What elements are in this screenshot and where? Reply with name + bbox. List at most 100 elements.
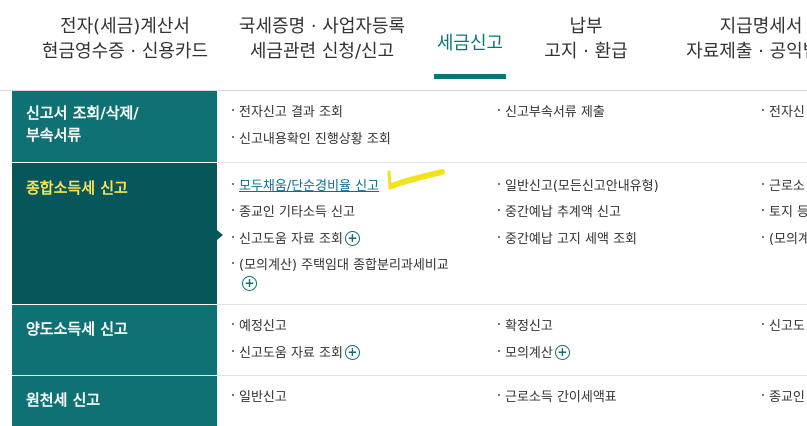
link-simple-tax-table[interactable]: 근로소득 간이세액표: [498, 389, 617, 407]
link-label: 확정신고: [505, 319, 553, 334]
link-label: 일반신고: [239, 390, 287, 405]
bullet-dot: [498, 208, 500, 211]
link-label: 근로소: [769, 179, 805, 194]
expand-plus-icon[interactable]: +: [344, 231, 360, 246]
link-label: 전자신고 결과 조회: [239, 105, 343, 120]
link-prefilled-simple-filing[interactable]: 모두채움/단순경비율 신고: [232, 178, 379, 196]
link-label: 전자신: [769, 105, 805, 120]
link-e-filing-result[interactable]: 전자신고 결과 조회: [232, 104, 343, 122]
link-review-status[interactable]: 신고내용확인 진행상황 조회: [232, 131, 391, 149]
link-mock-housing-rental[interactable]: (모의계산) 주택임대 종합분리과세비교: [232, 257, 449, 275]
bullet-dot: [762, 108, 764, 111]
link-e-filing-col3[interactable]: 전자신: [762, 104, 805, 122]
link-label: 신고도: [769, 319, 805, 334]
bullet-dot: [762, 208, 764, 211]
bullet-dot: [762, 393, 764, 396]
row-divider: [217, 162, 807, 163]
link-preliminary-filing[interactable]: 예정신고: [232, 318, 287, 336]
tab-payment[interactable]: 납부 고지 · 환급: [530, 14, 642, 64]
link-label: 모의계산: [505, 346, 553, 361]
active-caret-icon: [217, 230, 223, 240]
row-divider: [217, 375, 807, 376]
expand-plus-icon[interactable]: +: [554, 345, 570, 360]
link-label: 종교인: [769, 390, 805, 405]
bullet-dot: [498, 182, 500, 185]
sidebar-item-withholding[interactable]: 원천세 신고: [12, 376, 217, 426]
link-final-filing[interactable]: 확정신고: [498, 318, 553, 336]
bullet-dot: [498, 235, 500, 238]
sidebar-item-return-lookup-line1: 신고서 조회/삭제/: [26, 104, 139, 122]
tab-e-invoice-line2: 현금영수증 · 신용카드: [41, 41, 209, 62]
link-religious-col3[interactable]: 종교인: [762, 389, 805, 407]
link-label: 신고부속서류 제출: [505, 105, 605, 120]
link-label: 일반신고(모든신고안내유형): [505, 179, 659, 194]
link-label: 신고도움 자료 조회: [239, 346, 343, 361]
link-land-col3[interactable]: 토지 등: [762, 204, 807, 222]
link-label: (모의계: [769, 232, 807, 247]
link-label: 종교인 기타소득 신고: [239, 205, 355, 220]
bullet-dot: [232, 182, 234, 185]
active-tab-indicator: [434, 74, 506, 79]
tab-payment-statement[interactable]: 지급명세서 자료제출 · 공익법인: [666, 14, 807, 64]
bullet-dot: [232, 235, 234, 238]
link-label: 근로소득 간이세액표: [505, 390, 617, 405]
bullet-dot: [762, 322, 764, 325]
bullet-dot: [232, 108, 234, 111]
tab-payment-statement-line1: 지급명세서: [719, 16, 803, 37]
tab-payment-statement-line2: 자료제출 · 공익법인: [686, 41, 807, 62]
sidebar-item-capital-gains[interactable]: 양도소득세 신고: [12, 305, 217, 375]
link-label: 토지 등: [769, 205, 807, 220]
tab-certificates[interactable]: 국세증명 · 사업자등록 세금관련 신청/신고: [226, 14, 418, 64]
bullet-dot: [232, 322, 234, 325]
tab-tax-filing[interactable]: 세금신고: [434, 31, 506, 56]
tab-tax-filing-label: 세금신고: [436, 33, 504, 54]
sidebar-item-capital-gains-label: 양도소득세 신고: [26, 320, 128, 338]
link-label: 신고도움 자료 조회: [239, 232, 343, 247]
bullet-dot: [498, 393, 500, 396]
bullet-dot: [762, 182, 764, 185]
bullet-dot: [232, 393, 234, 396]
link-label: 신고내용확인 진행상황 조회: [239, 132, 391, 147]
link-interim-estimate-filing[interactable]: 중간예납 추계액 신고: [498, 204, 621, 222]
link-mock-calculation[interactable]: 모의계산 +: [498, 345, 570, 363]
sidebar-item-income-tax-label: 종합소득세 신고: [26, 179, 128, 197]
link-attach-documents[interactable]: 신고부속서류 제출: [498, 104, 605, 122]
sidebar-item-return-lookup[interactable]: 신고서 조회/삭제/ 부속서류: [12, 91, 217, 162]
tab-e-invoice-line1: 전자(세금)계산서: [60, 16, 190, 37]
link-label: 중간예납 추계액 신고: [505, 205, 621, 220]
tab-certificates-line1: 국세증명 · 사업자등록: [238, 16, 406, 37]
bullet-dot: [498, 108, 500, 111]
link-label: 모두채움/단순경비율 신고: [239, 179, 380, 194]
bullet-dot: [232, 349, 234, 352]
sidebar-item-income-tax[interactable]: 종합소득세 신고: [12, 163, 217, 304]
row-divider: [217, 304, 807, 305]
link-capital-help-data[interactable]: 신고도움 자료 조회 +: [232, 345, 360, 363]
link-withholding-general[interactable]: 일반신고: [232, 389, 287, 407]
expand-plus-icon[interactable]: +: [242, 276, 257, 291]
highlighter-mark: [387, 169, 445, 190]
tab-e-invoice[interactable]: 전자(세금)계산서 현금영수증 · 신용카드: [30, 14, 220, 64]
bullet-dot: [762, 235, 764, 238]
link-filing-help-data[interactable]: 신고도움 자료 조회 +: [232, 231, 360, 249]
bullet-dot: [498, 322, 500, 325]
link-religious-income-filing[interactable]: 종교인 기타소득 신고: [232, 204, 355, 222]
sidebar-item-return-lookup-line2: 부속서류: [26, 126, 82, 144]
tab-payment-line2: 고지 · 환급: [544, 41, 628, 62]
link-label: (모의계산) 주택임대 종합분리과세비교: [239, 258, 449, 273]
bullet-dot: [232, 208, 234, 211]
link-interim-notice-lookup[interactable]: 중간예납 고지 세액 조회: [498, 231, 637, 249]
bullet-dot: [498, 349, 500, 352]
link-label: 예정신고: [239, 319, 287, 334]
link-general-filing[interactable]: 일반신고(모든신고안내유형): [498, 178, 659, 196]
bullet-dot: [232, 261, 234, 264]
link-mock-calc-col3[interactable]: (모의계: [762, 231, 807, 249]
sidebar-item-withholding-label: 원천세 신고: [26, 391, 101, 409]
tab-certificates-line2: 세금관련 신청/신고: [249, 41, 395, 62]
link-help-col3[interactable]: 신고도: [762, 318, 805, 336]
tab-payment-line1: 납부: [569, 16, 603, 37]
expand-plus-icon[interactable]: +: [344, 345, 360, 360]
top-tab-bar: 전자(세금)계산서 현금영수증 · 신용카드 국세증명 · 사업자등록 세금관련…: [0, 0, 807, 91]
link-earned-income-col3[interactable]: 근로소: [762, 178, 805, 196]
link-label: 중간예납 고지 세액 조회: [505, 232, 637, 247]
bullet-dot: [232, 135, 234, 138]
